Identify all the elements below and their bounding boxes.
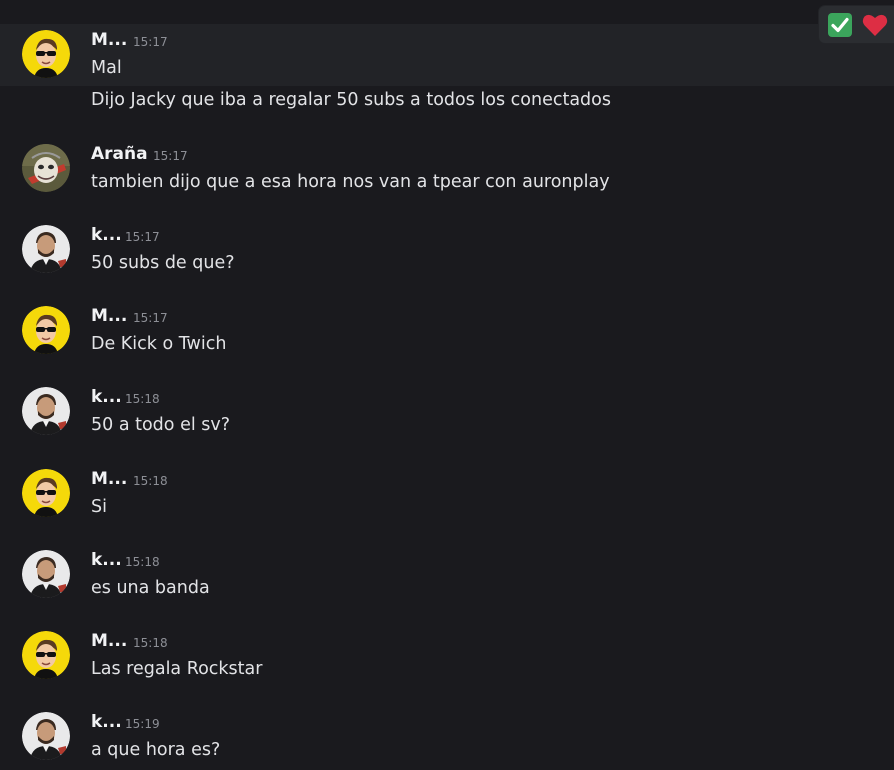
suit-avatar-icon — [22, 712, 70, 760]
author-name[interactable]: M... — [91, 469, 127, 489]
avatar[interactable] — [22, 631, 70, 679]
message-text: 50 subs de que? — [91, 253, 235, 273]
message-text: es una banda — [91, 578, 210, 598]
avatar[interactable] — [22, 30, 70, 78]
message-text: Mal — [91, 58, 122, 78]
spider-avatar-icon — [22, 144, 70, 192]
message-text: De Kick o Twich — [91, 334, 227, 354]
timestamp[interactable]: 15:17 — [125, 230, 160, 244]
avatar[interactable] — [22, 550, 70, 598]
sunglasses-avatar-icon — [22, 306, 70, 354]
avatar[interactable] — [22, 306, 70, 354]
timestamp[interactable]: 15:17 — [153, 149, 188, 163]
timestamp[interactable]: 15:18 — [133, 636, 168, 650]
message-text: a que hora es? — [91, 740, 221, 760]
message-text: Si — [91, 497, 107, 517]
timestamp[interactable]: 15:18 — [125, 555, 160, 569]
author-name[interactable]: M... — [91, 30, 127, 50]
author-name[interactable]: Araña — [91, 144, 148, 164]
message-group[interactable]: M... 15:17 De Kick o Twich — [0, 300, 894, 362]
avatar[interactable] — [22, 225, 70, 273]
timestamp[interactable]: 15:18 — [125, 392, 160, 406]
message-text: Dijo Jacky que iba a regalar 50 subs a t… — [91, 90, 611, 110]
timestamp[interactable]: 15:17 — [133, 311, 168, 325]
heart-icon[interactable] — [862, 13, 888, 37]
avatar[interactable] — [22, 387, 70, 435]
check-mark-icon[interactable] — [828, 13, 852, 37]
author-name[interactable]: k... — [91, 712, 122, 732]
avatar[interactable] — [22, 712, 70, 760]
author-name[interactable]: k... — [91, 387, 122, 407]
timestamp[interactable]: 15:19 — [125, 717, 160, 731]
avatar[interactable] — [22, 144, 70, 192]
message-group[interactable]: M... 15:18 Las regala Rockstar — [0, 625, 894, 687]
sunglasses-avatar-icon — [22, 469, 70, 517]
message-group[interactable]: k... 15:18 es una banda — [0, 544, 894, 606]
timestamp[interactable]: 15:17 — [133, 35, 168, 49]
suit-avatar-icon — [22, 225, 70, 273]
suit-avatar-icon — [22, 387, 70, 435]
message-text: Las regala Rockstar — [91, 659, 263, 679]
avatar[interactable] — [22, 469, 70, 517]
message-text: tambien dijo que a esa hora nos van a tp… — [91, 172, 610, 192]
timestamp[interactable]: 15:18 — [133, 474, 168, 488]
author-name[interactable]: k... — [91, 550, 122, 570]
suit-avatar-icon — [22, 550, 70, 598]
author-name[interactable]: M... — [91, 306, 127, 326]
sunglasses-avatar-icon — [22, 30, 70, 78]
message-group[interactable]: k... 15:17 50 subs de que? — [0, 219, 894, 281]
message-text: 50 a todo el sv? — [91, 415, 231, 435]
message-group[interactable]: k... 15:19 a que hora es? — [0, 706, 894, 768]
message-group[interactable]: M... 15:18 Si — [0, 463, 894, 525]
message-list: M... 15:17 Mal Dijo Jacky que iba a rega… — [0, 0, 894, 770]
message-group[interactable]: k... 15:18 50 a todo el sv? — [0, 381, 894, 443]
sunglasses-avatar-icon — [22, 631, 70, 679]
message-group[interactable]: Araña 15:17 tambien dijo que a esa hora … — [0, 138, 894, 200]
author-name[interactable]: k... — [91, 225, 122, 245]
message-group[interactable]: M... 15:17 Mal — [0, 24, 894, 86]
author-name[interactable]: M... — [91, 631, 127, 651]
reaction-toolbar — [819, 6, 894, 43]
